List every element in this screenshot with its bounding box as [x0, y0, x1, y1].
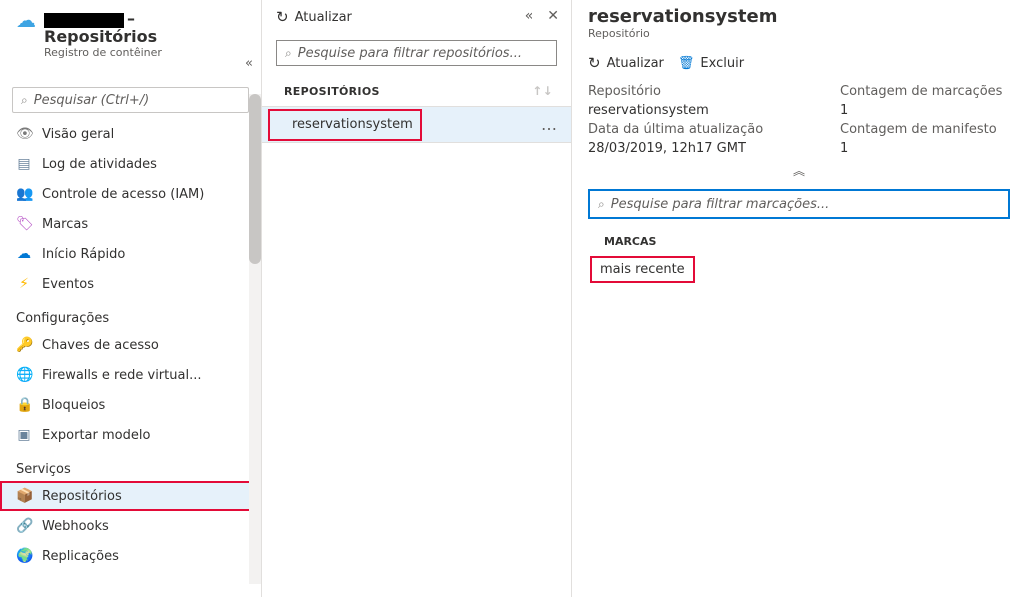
sidebar-item-label: Eventos — [42, 277, 94, 292]
globe-icon: 🌐 — [16, 367, 32, 383]
search-icon: ⌕ — [598, 197, 605, 212]
sidebar-item-label: Visão geral — [42, 127, 114, 142]
sidebar-item-replications[interactable]: 🌍 Replicações — [0, 541, 261, 571]
sidebar-item-label: Exportar modelo — [42, 428, 150, 443]
sidebar-item-label: Marcas — [42, 217, 88, 232]
sidebar-item-label: Webhooks — [42, 519, 109, 534]
repository-list-pane: « ✕ ↻ Atualizar ⌕ Pesquise para filtrar … — [262, 0, 572, 597]
lightning-icon: ⚡ — [16, 276, 32, 292]
updated-value: 28/03/2019, 12h17 GMT — [588, 141, 840, 156]
lock-icon: 🔒 — [16, 397, 32, 413]
refresh-icon: ↻ — [588, 54, 601, 72]
sidebar-item-events[interactable]: ⚡ Eventos — [0, 269, 261, 299]
template-icon: ▣ — [16, 427, 32, 443]
sidebar-search-placeholder: Pesquisar (Ctrl+/) — [34, 93, 149, 108]
sidebar-item-access-keys[interactable]: 🔑 Chaves de acesso — [0, 330, 261, 360]
link-icon: 🔗 — [16, 518, 32, 534]
group-title-services: Serviços — [0, 450, 261, 481]
refresh-button[interactable]: Atualizar — [295, 10, 352, 25]
updated-label: Data da última atualização — [588, 122, 840, 137]
repo-row[interactable]: reservationsystem … — [262, 107, 571, 143]
people-icon: 👥 — [16, 186, 32, 202]
tagcount-label: Contagem de marcações — [840, 84, 1010, 99]
sidebar-item-locks[interactable]: 🔒 Bloqueios — [0, 390, 261, 420]
sidebar-item-label: Repositórios — [42, 489, 122, 504]
sidebar-item-export-template[interactable]: ▣ Exportar modelo — [0, 420, 261, 450]
manifest-label: Contagem de manifesto — [840, 122, 1010, 137]
tagcount-value: 1 — [840, 103, 1010, 118]
sidebar-item-iam[interactable]: 👥 Controle de acesso (IAM) — [0, 179, 261, 209]
row-more-icon[interactable]: … — [541, 115, 559, 134]
sidebar-item-activity-log[interactable]: ▤ Log de atividades — [0, 149, 261, 179]
close-pane-icon[interactable]: ✕ — [547, 8, 559, 24]
tag-column-header: MARCAS — [588, 225, 1010, 256]
sidebar-item-firewalls[interactable]: 🌐 Firewalls e rede virtual... — [0, 360, 261, 390]
sidebar-item-tags[interactable]: 🏷 Marcas — [0, 209, 261, 239]
package-icon: 📦 — [16, 488, 32, 504]
sidebar-item-label: Chaves de acesso — [42, 338, 159, 353]
sidebar: ☁ – Repositórios Registro de contêiner «… — [0, 0, 262, 597]
detail-refresh-button[interactable]: ↻ Atualizar — [588, 54, 664, 72]
refresh-icon: ↻ — [276, 8, 289, 26]
group-title-config: Configurações — [0, 299, 261, 330]
sidebar-item-overview[interactable]: 👁 Visão geral — [0, 119, 261, 149]
sidebar-header: ☁ – Repositórios Registro de contêiner — [0, 6, 261, 61]
collapse-essentials-icon[interactable]: ︽ — [588, 162, 1010, 179]
overview-icon: 👁 — [16, 126, 32, 142]
detail-delete-button[interactable]: 🗑 Excluir — [678, 56, 744, 71]
sidebar-item-label: Início Rápido — [42, 247, 125, 262]
sidebar-item-webhooks[interactable]: 🔗 Webhooks — [0, 511, 261, 541]
repo-search-input[interactable]: ⌕ Pesquise para filtrar repositórios... — [276, 40, 557, 66]
sort-icon: ↑↓ — [532, 84, 553, 98]
sidebar-item-label: Log de atividades — [42, 157, 157, 172]
sidebar-title: – Repositórios — [44, 10, 251, 46]
collapse-sidebar-icon[interactable]: « — [245, 56, 253, 71]
detail-refresh-label: Atualizar — [607, 56, 664, 71]
sidebar-search-input[interactable]: ⌕ Pesquisar (Ctrl+/) — [12, 87, 249, 113]
globe-icon: 🌍 — [16, 548, 32, 564]
tag-row[interactable]: mais recente — [592, 258, 693, 281]
manifest-value: 1 — [840, 141, 1010, 156]
repo-label: Repositório — [588, 84, 840, 99]
detail-title: reservationsystem — [588, 6, 1010, 27]
sidebar-item-quickstart[interactable]: ☁ Início Rápido — [0, 239, 261, 269]
trash-icon: 🗑 — [678, 56, 695, 71]
repo-search-placeholder: Pesquise para filtrar repositórios... — [298, 46, 522, 61]
tag-icon: 🏷 — [16, 216, 32, 232]
tag-search-input[interactable]: ⌕ Pesquise para filtrar marcações... — [588, 189, 1010, 219]
sidebar-item-repositories[interactable]: 📦 Repositórios — [0, 481, 261, 511]
sidebar-subtitle: Registro de contêiner — [44, 46, 251, 59]
scrollbar-thumb[interactable] — [249, 94, 261, 264]
tag-search-placeholder: Pesquise para filtrar marcações... — [611, 197, 830, 212]
repo-column-header[interactable]: REPOSITÓRIOS ↑↓ — [262, 76, 571, 107]
repository-detail-pane: reservationsystem Repositório ↻ Atualiza… — [572, 0, 1020, 597]
sidebar-item-label: Replicações — [42, 549, 119, 564]
sidebar-item-label: Bloqueios — [42, 398, 105, 413]
detail-subtitle: Repositório — [588, 27, 1010, 40]
cloud-logo-icon: ☁ — [16, 10, 36, 30]
sidebar-item-label: Firewalls e rede virtual... — [42, 368, 201, 383]
pin-pane-icon[interactable]: « — [525, 8, 534, 24]
repo-value: reservationsystem — [588, 103, 840, 118]
cloud-icon: ☁ — [16, 246, 32, 262]
key-icon: 🔑 — [16, 337, 32, 353]
search-icon: ⌕ — [21, 93, 28, 108]
search-icon: ⌕ — [285, 46, 292, 61]
list-icon: ▤ — [16, 156, 32, 172]
repo-column-header-label: REPOSITÓRIOS — [284, 85, 380, 98]
detail-essentials: Repositório Contagem de marcações reserv… — [588, 82, 1010, 160]
detail-delete-label: Excluir — [700, 56, 744, 71]
repo-row-name: reservationsystem — [270, 111, 420, 139]
sidebar-item-label: Controle de acesso (IAM) — [42, 187, 204, 202]
